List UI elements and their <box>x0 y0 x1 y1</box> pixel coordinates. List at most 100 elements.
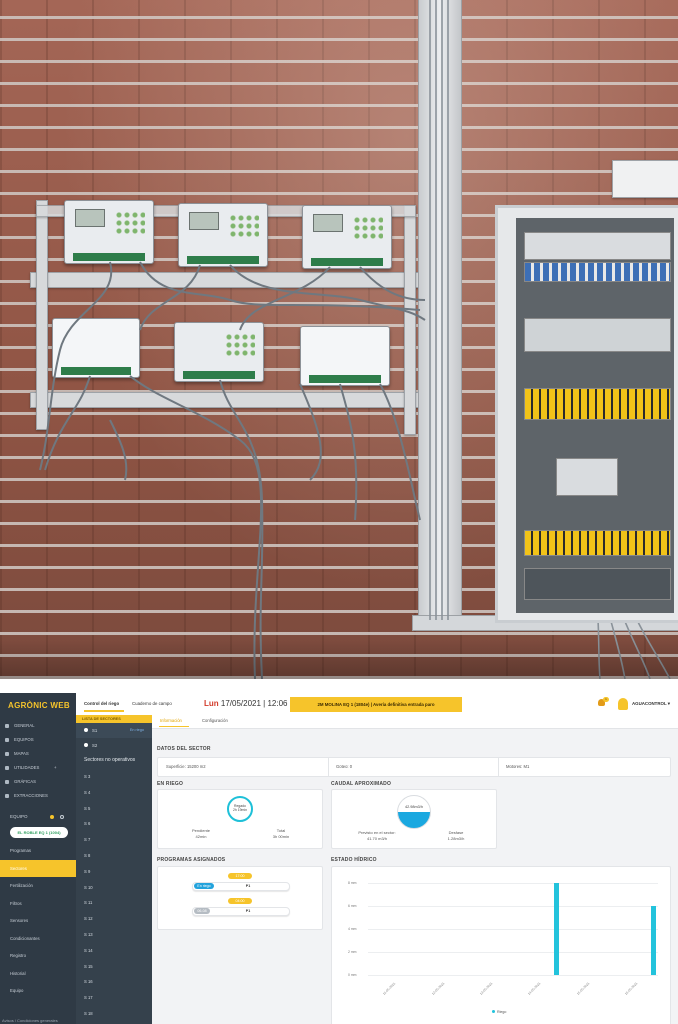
y-tick-label: 8 mm <box>348 881 357 885</box>
pendiente-value: 42min <box>195 834 207 839</box>
list-item[interactable]: S 5 <box>76 801 152 817</box>
nav-label: UTILIDADES <box>14 765 40 770</box>
tab-informacion[interactable]: Información <box>160 718 182 723</box>
goteo-value: Goteo: 0 <box>336 764 353 769</box>
x-tick-label: 13-05-2021 <box>478 981 494 996</box>
program-status: En riego <box>194 883 214 889</box>
list-item[interactable]: S 18 <box>76 1006 152 1022</box>
previsto-value: 41.70 m3/h <box>366 836 387 841</box>
list-item[interactable]: S 10 <box>76 880 152 896</box>
grid-line <box>368 975 658 976</box>
desfase-stat: Desfase 1.28m3/h <box>428 830 484 842</box>
chart-icon <box>5 780 9 784</box>
tab-control-riego[interactable]: Control del riego <box>84 701 119 706</box>
tab-cuaderno-campo[interactable]: Cuaderno de campo <box>132 701 172 706</box>
user-menu[interactable]: AGUACONTROL ▾ <box>632 701 670 707</box>
sector-item-s1[interactable]: S1 En riego <box>76 723 152 738</box>
submenu-sectores[interactable]: Sectores <box>0 859 76 877</box>
en-riego-card: Regado 2h 19min Pendiente 42min Total 3h… <box>157 789 323 849</box>
desfase-value: 1.28m3/h <box>447 836 465 841</box>
program-id: P1 <box>245 884 251 888</box>
programas-title: PROGRAMAS ASIGNADOS <box>157 857 226 863</box>
program-id: P1 <box>245 909 251 913</box>
list-item[interactable]: S 12 <box>76 911 152 927</box>
list-item[interactable]: S 14 <box>76 943 152 959</box>
list-item[interactable]: S 4 <box>76 785 152 801</box>
list-item[interactable]: S 11 <box>76 895 152 911</box>
caudal-title: CAUDAL APROXIMADO <box>331 781 392 787</box>
list-item[interactable]: S 13 <box>76 927 152 943</box>
water-chart: 8 mm 6 mm 4 mm 2 mm 0 mm 11-05-2021 12-05-2021… <box>332 867 670 1024</box>
programas-card: 17:00 En riego P1 04:00 06-08 P1 <box>157 866 323 930</box>
sector-item-s2[interactable]: S2 <box>76 738 152 753</box>
devices-icon <box>5 738 9 742</box>
submenu-sensores[interactable]: Sensores <box>0 912 76 930</box>
total-stat: Total 3h 00min <box>258 828 304 840</box>
footer-link[interactable]: Avisos / Condiciones generales <box>2 1018 58 1023</box>
list-item[interactable]: S 9 <box>76 864 152 880</box>
tab-configuracion[interactable]: Configuración <box>202 718 228 723</box>
agronic-web-app: AGRÒNIC WEB GENERAL EQUIPOS MAPAS UTILID… <box>0 693 678 1024</box>
active-tab-indicator <box>84 710 124 712</box>
program-status: 06-08 <box>194 908 210 914</box>
regado-value: 2h 19min <box>233 808 247 812</box>
divider <box>328 758 329 776</box>
nav-item-equipos[interactable]: EQUIPOS <box>0 733 76 747</box>
nav-item-general[interactable]: GENERAL <box>0 719 76 733</box>
y-tick-label: 6 mm <box>348 904 357 908</box>
en-riego-title: EN RIEGO <box>157 781 184 787</box>
x-tick-label: 14-05-2021 <box>527 981 542 996</box>
submenu-condicionantes[interactable]: Condicionantes <box>0 930 76 948</box>
nav-item-utilidades[interactable]: UTILIDADES + <box>0 761 76 775</box>
grid-line <box>368 929 658 930</box>
device-selector[interactable]: EL ROBLE EQ 1 (1004) <box>10 827 68 838</box>
motores-value: Motores: M1 <box>506 764 530 769</box>
equipo-label: EQUIPO <box>10 814 28 819</box>
grid-line <box>368 906 658 907</box>
list-item[interactable]: S 15 <box>76 959 152 975</box>
chart-bar[interactable] <box>650 906 656 975</box>
datos-sector-title: DATOS DEL SECTOR <box>157 746 211 752</box>
nav-label: GENERAL <box>14 723 35 728</box>
flow-gauge <box>397 795 431 829</box>
submenu-filtros[interactable]: Filtros <box>0 895 76 913</box>
sector-status: En riego <box>129 728 144 732</box>
gear-icon[interactable] <box>60 815 64 819</box>
estado-hidrico-card: 8 mm 6 mm 4 mm 2 mm 0 mm 11-05-2021 12-05-2021… <box>331 866 671 1024</box>
main-nav: GENERAL EQUIPOS MAPAS UTILIDADES + GRÁFIC… <box>0 719 76 803</box>
list-item[interactable]: S 17 <box>76 990 152 1006</box>
submenu-programas[interactable]: Programas <box>0 842 76 860</box>
photo-shadow <box>0 640 678 679</box>
divider <box>498 758 499 776</box>
nav-label: EXTRACCIONES <box>14 793 48 798</box>
list-item[interactable]: S 6 <box>76 816 152 832</box>
list-item[interactable]: S 7 <box>76 832 152 848</box>
radio-icon <box>84 728 88 732</box>
grid-line <box>368 883 658 884</box>
list-item[interactable]: S 16 <box>76 974 152 990</box>
submenu-equipo[interactable]: Equipo <box>0 982 76 1000</box>
device-submenu: Programas Sectores Fertilización Filtros… <box>0 842 76 1000</box>
cabinet-top-box <box>612 160 678 198</box>
day-label: Lun <box>204 699 219 708</box>
nav-item-mapas[interactable]: MAPAS <box>0 747 76 761</box>
map-icon <box>5 752 9 756</box>
submenu-registro[interactable]: Registro <box>0 947 76 965</box>
nav-item-graficas[interactable]: GRÁFICAS <box>0 775 76 789</box>
sector-list-header: LISTA DE SECTORES <box>76 715 152 723</box>
alert-banner[interactable]: 2M MOLINA EQ 1 (1804e) | Avería definiti… <box>290 697 462 712</box>
nav-label: EQUIPOS <box>14 737 34 742</box>
chart-bar[interactable] <box>554 883 560 975</box>
nav-item-extracciones[interactable]: EXTRACCIONES <box>0 789 76 803</box>
previsto-stat: Previsto en el sector: 41.70 m3/h <box>344 830 410 842</box>
avatar[interactable] <box>618 698 628 710</box>
expand-plus-icon: + <box>54 765 57 770</box>
grid-line <box>368 952 658 953</box>
list-item[interactable]: S 3 <box>76 769 152 785</box>
x-tick-label: 11-05-2021 <box>382 981 397 996</box>
non-operative-title: Sectores no operativos <box>84 757 136 763</box>
chart-legend: Riego <box>492 1010 506 1014</box>
submenu-historial[interactable]: Historial <box>0 965 76 983</box>
submenu-fertilizacion[interactable]: Fertilización <box>0 877 76 895</box>
list-item[interactable]: S 8 <box>76 848 152 864</box>
